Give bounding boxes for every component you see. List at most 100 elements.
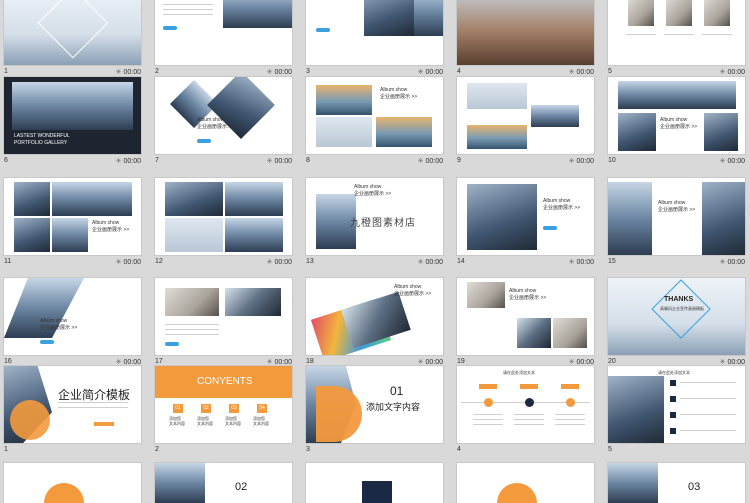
slide-preview[interactable]: 欧美风企业宣传画册 bbox=[4, 0, 141, 65]
star-icon: ✳ bbox=[266, 158, 273, 165]
slide-preview[interactable] bbox=[457, 77, 594, 154]
slide-preview[interactable]: 请在此处添加文本 bbox=[608, 366, 745, 443]
slide-number: 9 bbox=[457, 157, 461, 164]
slide-title: 企业简介模板 bbox=[58, 388, 131, 402]
slide-preview[interactable] bbox=[457, 0, 594, 65]
timing-value: 00:00 bbox=[425, 359, 443, 366]
slide-preview[interactable]: Album show 企业画册展示 >> bbox=[457, 278, 594, 355]
slide-preview[interactable] bbox=[4, 463, 141, 503]
timing-value: 00:00 bbox=[123, 359, 141, 366]
mountain-photo bbox=[467, 125, 527, 149]
more-button bbox=[316, 28, 330, 32]
slide-sorter-grid: 欧美风企业宣传画册1✳00:002✳00:003✳00:004✳00:005✳0… bbox=[0, 0, 750, 503]
slide-preview[interactable] bbox=[155, 0, 292, 65]
section-number: 03 bbox=[688, 481, 701, 493]
text-line bbox=[555, 419, 585, 420]
slide-preview[interactable]: 03 bbox=[608, 463, 745, 503]
city-photo bbox=[467, 184, 537, 250]
building-photo bbox=[608, 376, 664, 443]
timing-value: 00:00 bbox=[274, 69, 292, 76]
section-number: 02 bbox=[235, 481, 248, 493]
slide-preview[interactable]: Album show 企业画册展示 >> bbox=[306, 278, 443, 355]
slide-preview[interactable]: Album show 企业画册展示 >> bbox=[457, 178, 594, 255]
text-line bbox=[165, 329, 219, 330]
timing-value: 00:00 bbox=[425, 259, 443, 266]
slide-preview[interactable] bbox=[306, 463, 443, 503]
slide-meta: 13 ✳ 00:00 bbox=[306, 258, 443, 270]
slide-preview[interactable]: CONYENTS 01 添加您 文本内容 02 添加您 文本内容 03 添加您 文本内容 04… bbox=[155, 366, 292, 443]
more-button bbox=[543, 226, 557, 230]
text-line bbox=[58, 407, 128, 408]
slide-preview[interactable]: Album show 企业画册展示 >> bbox=[608, 178, 745, 255]
city-photo bbox=[14, 182, 50, 216]
item-caption: 添加您 文本内容 bbox=[225, 416, 241, 426]
album-cn-label: 企业画册展示 >> bbox=[380, 94, 418, 100]
lake-photo bbox=[376, 117, 432, 147]
slide-meta: 11 ✳ 00:00 bbox=[4, 258, 141, 270]
slide-preview[interactable]: Album show 企业画册展示 >> bbox=[306, 77, 443, 154]
slide-timing: ✳ 00:00 bbox=[569, 157, 594, 165]
text-line bbox=[58, 402, 128, 403]
text-line bbox=[626, 34, 656, 35]
more-button bbox=[40, 340, 54, 344]
slide-preview[interactable] bbox=[306, 0, 443, 65]
slide-preview[interactable] bbox=[155, 278, 292, 355]
slide-number: 13 bbox=[306, 258, 314, 265]
text-line bbox=[514, 419, 544, 420]
building-photo bbox=[12, 82, 133, 130]
section-title: 添加文字内容 bbox=[366, 402, 421, 412]
album-cn-label: 企业画册展示 >> bbox=[509, 295, 547, 301]
star-icon: ✳ bbox=[266, 69, 273, 76]
label-tag bbox=[561, 384, 579, 389]
city-photo bbox=[52, 218, 88, 252]
slide-preview[interactable]: Album show 企业画册展示 >> 九橙图素材店 bbox=[306, 178, 443, 255]
city-photo bbox=[52, 182, 132, 216]
slide-preview[interactable]: Album show 企业画册展示 >> bbox=[4, 178, 141, 255]
slide-title: CONYENTS bbox=[197, 376, 253, 387]
bullet-icon bbox=[670, 412, 676, 418]
slide-timing: ✳ 00:00 bbox=[116, 358, 141, 366]
timing-value: 00:00 bbox=[727, 359, 745, 366]
slide-meta: 15 ✳ 00:00 bbox=[608, 258, 745, 270]
star-icon: ✳ bbox=[719, 359, 726, 366]
slide-preview[interactable]: 请在此处添加文本 bbox=[457, 366, 594, 443]
timing-value: 00:00 bbox=[274, 158, 292, 165]
slide-number: 14 bbox=[457, 258, 465, 265]
city-photo bbox=[165, 182, 223, 216]
item-caption: 添加您 文本内容 bbox=[253, 416, 269, 426]
slide-preview[interactable] bbox=[457, 463, 594, 503]
slide-number: 1 bbox=[4, 68, 8, 75]
timing-value: 00:00 bbox=[123, 158, 141, 165]
slide-preview[interactable]: Album show 企业画册展示 >> bbox=[4, 278, 141, 355]
slide-preview[interactable]: THANKS 高端风企业宣传画册模板 bbox=[608, 278, 745, 355]
slide-preview[interactable]: 02 bbox=[155, 463, 292, 503]
slide-preview[interactable]: LASTEST WONDERFUL PORTFOLIO GALLERY bbox=[4, 77, 141, 154]
slide-timing: ✳ 00:00 bbox=[267, 258, 292, 266]
timeline-dot bbox=[566, 398, 575, 407]
star-icon: ✳ bbox=[568, 158, 575, 165]
slide-number: 18 bbox=[306, 358, 314, 365]
slide-number: 8 bbox=[306, 157, 310, 164]
slide-preview[interactable] bbox=[608, 0, 745, 65]
slide-timing: ✳ 00:00 bbox=[569, 68, 594, 76]
slide-timing: ✳ 00:00 bbox=[720, 157, 745, 165]
star-icon: ✳ bbox=[568, 359, 575, 366]
city-photo bbox=[155, 463, 205, 503]
star-icon: ✳ bbox=[115, 158, 122, 165]
slide-preview[interactable]: 企业简介模板 bbox=[4, 366, 141, 443]
slide-timing: ✳ 00:00 bbox=[267, 157, 292, 165]
slide-number: 5 bbox=[608, 446, 612, 453]
star-icon: ✳ bbox=[417, 259, 424, 266]
timing-value: 00:00 bbox=[576, 359, 594, 366]
slide-preview[interactable]: Album show 企业画册展示 >> bbox=[155, 77, 292, 154]
slide-preview[interactable] bbox=[155, 178, 292, 255]
slide-meta: 4 bbox=[457, 446, 594, 458]
slide-number: 19 bbox=[457, 358, 465, 365]
slide-preview[interactable]: Album show 企业画册展示 >> bbox=[608, 77, 745, 154]
slide-preview[interactable]: 01 添加文字内容 bbox=[306, 366, 443, 443]
timing-value: 00:00 bbox=[576, 259, 594, 266]
text-line bbox=[473, 424, 503, 425]
slide-header: 请在此处添加文本 bbox=[503, 370, 535, 375]
slide-meta: 10 ✳ 00:00 bbox=[608, 157, 745, 169]
slide-timing: ✳ 00:00 bbox=[116, 157, 141, 165]
